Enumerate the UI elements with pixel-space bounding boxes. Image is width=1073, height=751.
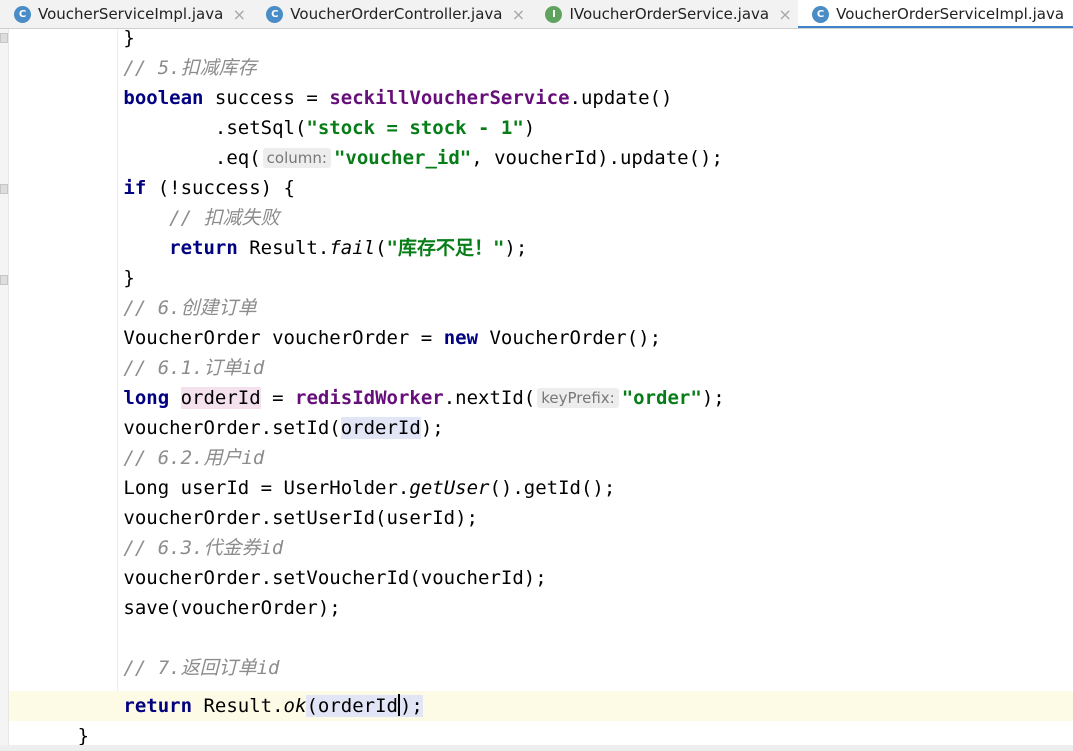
- code-line[interactable]: voucherOrder.setId(orderId);: [9, 413, 1073, 443]
- code-line[interactable]: if (!success) {: [9, 173, 1073, 203]
- class-icon: C: [266, 5, 284, 23]
- editor-bottom-edge: [0, 745, 1073, 751]
- comment: // 6.创建订单: [123, 297, 257, 319]
- code-line[interactable]: save(voucherOrder);: [9, 593, 1073, 623]
- comment: // 6.2.用户id: [123, 447, 265, 469]
- parameter-hint: keyPrefix:: [537, 388, 619, 408]
- comment: // 6.1.订单id: [123, 357, 265, 379]
- code-line[interactable]: // 扣减失败: [9, 203, 1073, 233]
- tab-label: VoucherServiceImpl.java: [38, 5, 224, 23]
- code-line[interactable]: // 6.2.用户id: [9, 443, 1073, 473]
- code-line[interactable]: .setSql("stock = stock - 1"): [9, 113, 1073, 143]
- code-line[interactable]: // 5.扣减库存: [9, 53, 1073, 83]
- tab-label: VoucherOrderServiceImpl.java: [836, 5, 1065, 23]
- code-line[interactable]: Long userId = UserHolder.getUser().getId…: [9, 473, 1073, 503]
- comment: // 5.扣减库存: [123, 57, 257, 79]
- current-code-line[interactable]: return Result.ok(orderId);: [9, 691, 1073, 721]
- code-line[interactable]: // 7.返回订单id: [9, 653, 1073, 683]
- comment: // 扣减失败: [169, 207, 280, 229]
- code-line[interactable]: .eq(column: "voucher_id", voucherId).upda…: [9, 143, 1073, 173]
- tab-label: VoucherOrderController.java: [290, 5, 503, 23]
- close-icon[interactable]: ×: [232, 5, 246, 24]
- class-icon: C: [812, 5, 830, 23]
- interface-icon: I: [545, 5, 563, 23]
- parameter-hint: column:: [262, 148, 331, 168]
- code-line[interactable]: boolean success = seckillVoucherService.…: [9, 83, 1073, 113]
- code-line[interactable]: }: [9, 263, 1073, 293]
- code-line[interactable]: // 6.3.代金券id: [9, 533, 1073, 563]
- fold-marker-icon[interactable]: [0, 33, 8, 43]
- code-line[interactable]: return Result.fail("库存不足！");: [9, 233, 1073, 263]
- comment: // 6.3.代金券id: [123, 537, 284, 559]
- close-icon[interactable]: ×: [511, 5, 525, 24]
- code-line[interactable]: voucherOrder.setUserId(userId);: [9, 503, 1073, 533]
- code-line[interactable]: // 6.创建订单: [9, 293, 1073, 323]
- editor-gutter: [0, 29, 9, 751]
- code-line[interactable]: VoucherOrder voucherOrder = new VoucherO…: [9, 323, 1073, 353]
- code-line[interactable]: long orderId = redisIdWorker.nextId(keyP…: [9, 383, 1073, 413]
- code-line[interactable]: }: [9, 23, 1073, 53]
- code-line[interactable]: [9, 623, 1073, 653]
- variable-highlight: orderId: [180, 387, 261, 409]
- fold-marker-icon[interactable]: [0, 184, 8, 194]
- code-line[interactable]: voucherOrder.setVoucherId(voucherId);: [9, 563, 1073, 593]
- code-editor[interactable]: } // 5.扣减库存 boolean success = seckillVou…: [9, 27, 1073, 751]
- bracket-match-highlight: (orderId);: [306, 694, 423, 717]
- close-icon[interactable]: ×: [778, 5, 792, 24]
- fold-marker-icon[interactable]: [0, 275, 8, 285]
- comment: // 7.返回订单id: [123, 657, 280, 679]
- variable-highlight: orderId: [340, 417, 421, 439]
- class-icon: C: [14, 5, 31, 23]
- code-line[interactable]: // 6.1.订单id: [9, 353, 1073, 383]
- tab-label: IVoucherOrderService.java: [569, 5, 770, 23]
